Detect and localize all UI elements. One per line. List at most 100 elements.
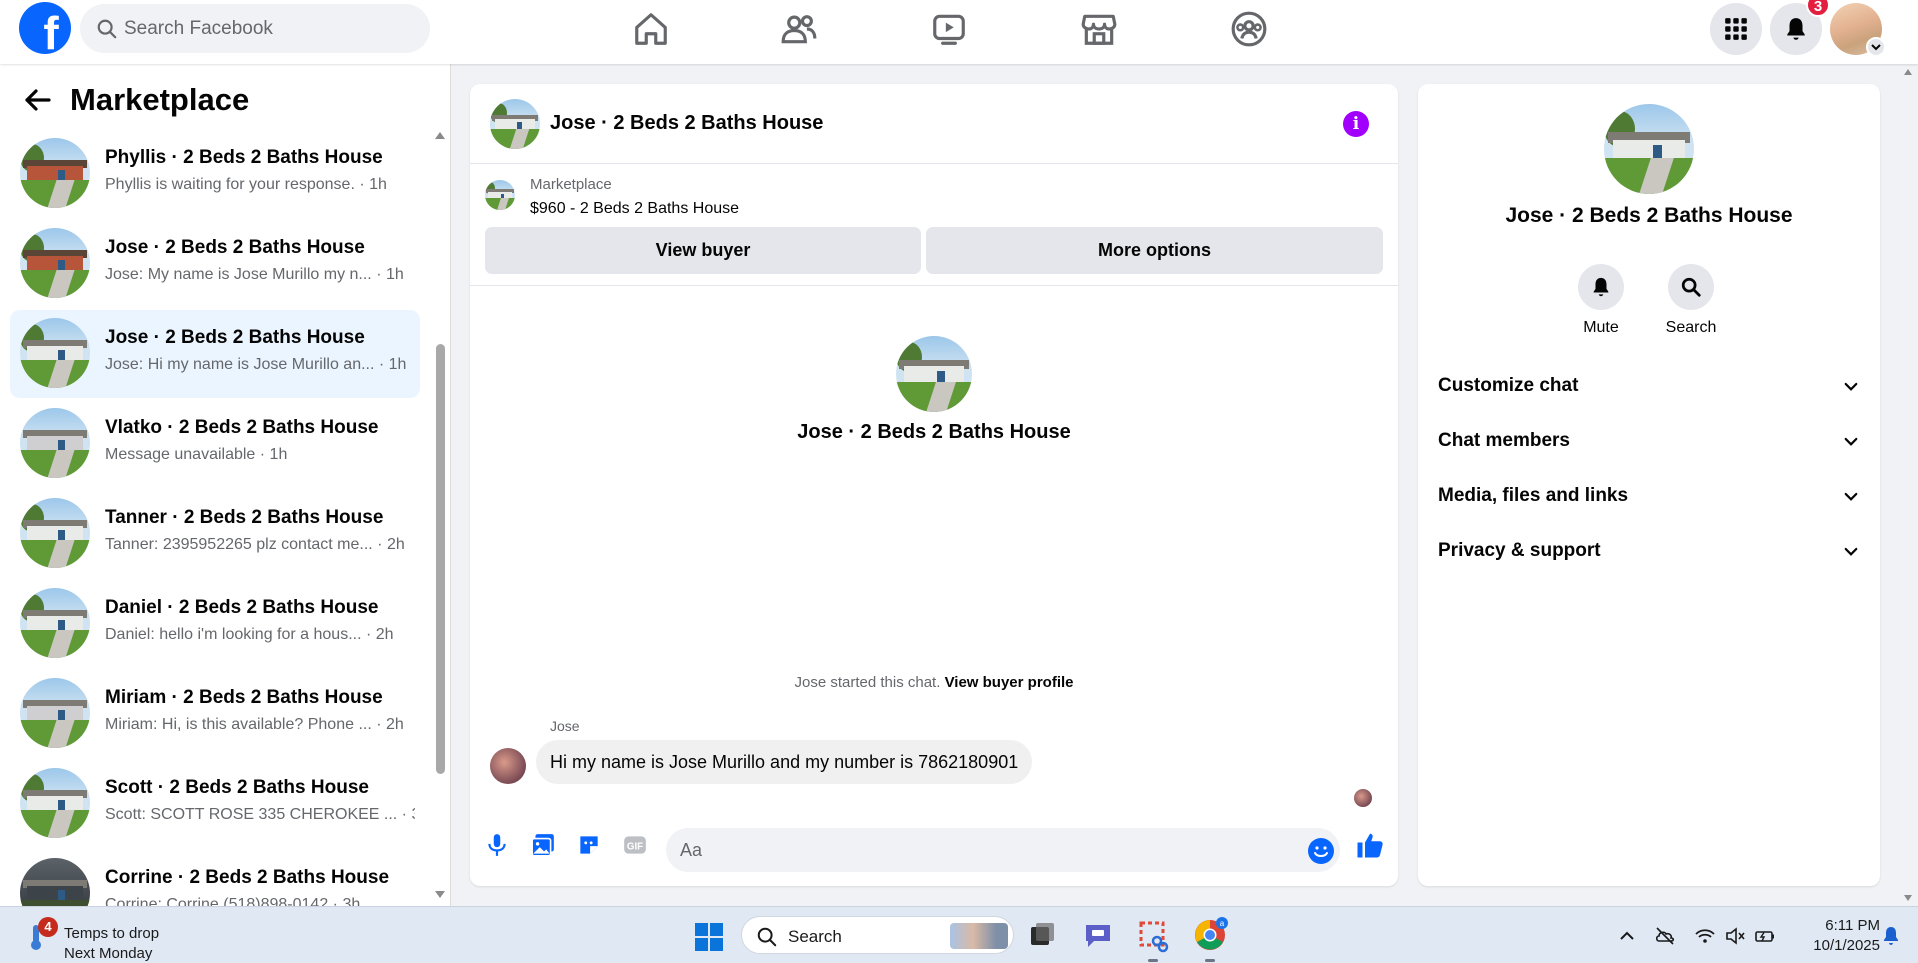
wifi-icon[interactable] xyxy=(1694,925,1716,947)
search-icon xyxy=(1681,277,1701,297)
menu-button[interactable] xyxy=(1710,3,1762,55)
conversation-item[interactable]: Jose · 2 Beds 2 Baths House Jose: My nam… xyxy=(10,220,420,308)
chevron-down-icon xyxy=(1844,437,1858,446)
view-buyer-profile-link[interactable]: View buyer profile xyxy=(945,674,1074,691)
info-icon[interactable]: i xyxy=(1343,111,1369,137)
read-receipt-avatar xyxy=(1354,789,1372,807)
section-label: Privacy & support xyxy=(1438,540,1601,561)
media-files-links-section[interactable]: Media, files and links xyxy=(1438,476,1860,516)
weather-subtitle: Next Monday xyxy=(64,945,153,962)
gif-icon[interactable]: GIF xyxy=(622,832,648,858)
listing-thumbnail xyxy=(20,498,90,568)
listing-thumbnail[interactable] xyxy=(485,180,515,210)
chrome-icon[interactable]: a xyxy=(1192,917,1228,953)
conversation-name: Phyllis · 2 Beds 2 Baths House xyxy=(105,147,383,168)
battery-charging-icon[interactable] xyxy=(1754,925,1776,947)
chat-window: Jose · 2 Beds 2 Baths House i Marketplac… xyxy=(470,84,1398,886)
conversation-snippet: Miriam: Hi, is this available? Phone ...… xyxy=(105,716,404,733)
privacy-support-section[interactable]: Privacy & support xyxy=(1438,531,1860,571)
listing-thumbnail xyxy=(20,768,90,838)
profile-avatar[interactable] xyxy=(1830,3,1886,57)
conversation-name: Jose · 2 Beds 2 Baths House xyxy=(105,327,365,348)
grid-menu-icon xyxy=(1725,18,1747,40)
page-scroll-up-icon[interactable] xyxy=(1903,68,1913,76)
conversation-name: Daniel · 2 Beds 2 Baths House xyxy=(105,597,379,618)
listing-thumbnail xyxy=(20,138,90,208)
message-input[interactable] xyxy=(666,828,1340,872)
view-buyer-button[interactable]: View buyer xyxy=(485,227,921,274)
conversation-snippet: Tanner: 2395952265 plz contact me... · 2… xyxy=(105,536,405,553)
mute-button[interactable]: Mute xyxy=(1561,264,1641,337)
search-in-conversation-button[interactable]: Search xyxy=(1651,264,1731,337)
scroll-down-arrow-icon[interactable] xyxy=(434,890,446,900)
page-scroll-down-icon[interactable] xyxy=(1903,894,1913,902)
conversation-item[interactable]: Daniel · 2 Beds 2 Baths House Daniel: he… xyxy=(10,580,420,668)
intro-name: Jose · 2 Beds 2 Baths House xyxy=(797,421,1071,443)
show-hidden-icons-chevron-icon[interactable] xyxy=(1616,925,1638,947)
chevron-down-icon xyxy=(1844,547,1858,556)
search-label: Search xyxy=(1665,319,1717,336)
sticker-icon[interactable] xyxy=(576,832,602,858)
system-clock[interactable]: 6:11 PM 10/1/2025 xyxy=(1790,916,1880,956)
page-scrollbar[interactable] xyxy=(1898,64,1918,906)
search-facebook-box[interactable] xyxy=(80,4,430,53)
emoji-icon[interactable] xyxy=(1308,838,1334,864)
teams-chat-icon[interactable] xyxy=(1080,917,1116,953)
conversation-snippet: Phyllis is waiting for your response. · … xyxy=(105,176,387,193)
friends-icon[interactable] xyxy=(780,10,818,48)
conversation-item[interactable]: Miriam · 2 Beds 2 Baths House Miriam: Hi… xyxy=(10,670,420,758)
chat-title[interactable]: Jose · 2 Beds 2 Baths House xyxy=(550,112,823,135)
message-bubble[interactable]: Hi my name is Jose Murillo and my number… xyxy=(536,740,1033,784)
home-icon[interactable] xyxy=(632,10,670,48)
video-icon[interactable] xyxy=(930,10,968,48)
conversation-item[interactable]: Phyllis · 2 Beds 2 Baths House Phyllis i… xyxy=(10,130,420,218)
back-arrow-icon[interactable] xyxy=(24,88,52,112)
marketplace-inbox-sidebar: Marketplace Phyllis · 2 Beds 2 Baths Hou… xyxy=(0,64,451,906)
conversation-item-active[interactable]: Jose · 2 Beds 2 Baths House Jose: Hi my … xyxy=(10,310,420,398)
bell-icon xyxy=(1787,18,1805,40)
chat-members-section[interactable]: Chat members xyxy=(1438,421,1860,461)
chat-header: Jose · 2 Beds 2 Baths House i xyxy=(470,84,1398,164)
customize-chat-section[interactable]: Customize chat xyxy=(1438,366,1860,406)
chat-listing-thumbnail[interactable] xyxy=(490,99,540,149)
volume-muted-icon[interactable] xyxy=(1724,925,1746,947)
conversation-item[interactable]: Tanner · 2 Beds 2 Baths House Tanner: 23… xyxy=(10,490,420,578)
groups-icon[interactable] xyxy=(1230,10,1268,48)
task-view-icon[interactable] xyxy=(1025,917,1061,953)
marketplace-icon[interactable] xyxy=(1080,10,1118,48)
conversation-details-panel: Jose · 2 Beds 2 Baths House Mute Search … xyxy=(1418,84,1880,886)
notification-bell-icon[interactable] xyxy=(1880,925,1902,947)
onedrive-sync-off-icon[interactable] xyxy=(1654,925,1676,947)
sender-avatar[interactable] xyxy=(490,748,526,784)
section-label: Customize chat xyxy=(1438,375,1579,396)
search-input[interactable] xyxy=(124,4,414,53)
facebook-logo[interactable]: f xyxy=(19,2,71,54)
page-title: Marketplace xyxy=(70,82,250,117)
weather-title: Temps to drop xyxy=(64,925,160,942)
account-chevron-icon[interactable] xyxy=(1866,37,1886,57)
message-composer: GIF xyxy=(470,818,1398,878)
conversation-item[interactable]: Scott · 2 Beds 2 Baths House Scott: SCOT… xyxy=(10,760,420,848)
taskbar-search-label: Search xyxy=(788,927,842,946)
snipping-tool-icon[interactable] xyxy=(1135,917,1171,953)
like-icon[interactable] xyxy=(1355,830,1385,860)
photo-icon[interactable] xyxy=(530,832,556,858)
listing-price[interactable]: $960 - 2 Beds 2 Baths House xyxy=(530,200,739,218)
sidebar-scrollbar-thumb[interactable] xyxy=(436,344,445,774)
scroll-up-arrow-icon[interactable] xyxy=(434,130,446,140)
weather-widget[interactable]: 4 Temps to drop Next Monday xyxy=(24,915,224,962)
microphone-icon[interactable] xyxy=(484,832,510,858)
conversation-name: Scott · 2 Beds 2 Baths House xyxy=(105,777,369,798)
notifications-button[interactable]: 3 xyxy=(1770,0,1830,55)
bell-icon xyxy=(1593,277,1609,297)
section-label: Chat members xyxy=(1438,430,1570,451)
conversation-name: Miriam · 2 Beds 2 Baths House xyxy=(105,687,383,708)
chevron-down-icon xyxy=(1844,382,1858,391)
conversation-snippet: Jose: My name is Jose Murillo my n... · … xyxy=(105,266,404,283)
conversation-item[interactable]: Vlatko · 2 Beds 2 Baths House Message un… xyxy=(10,400,420,488)
more-options-button[interactable]: More options xyxy=(926,227,1383,274)
taskbar-search[interactable]: Search xyxy=(741,916,1014,954)
windows-start-icon[interactable] xyxy=(694,922,724,952)
listing-thumbnail xyxy=(20,588,90,658)
conversation-item[interactable]: Corrine · 2 Beds 2 Baths House Corrine: … xyxy=(10,850,420,906)
